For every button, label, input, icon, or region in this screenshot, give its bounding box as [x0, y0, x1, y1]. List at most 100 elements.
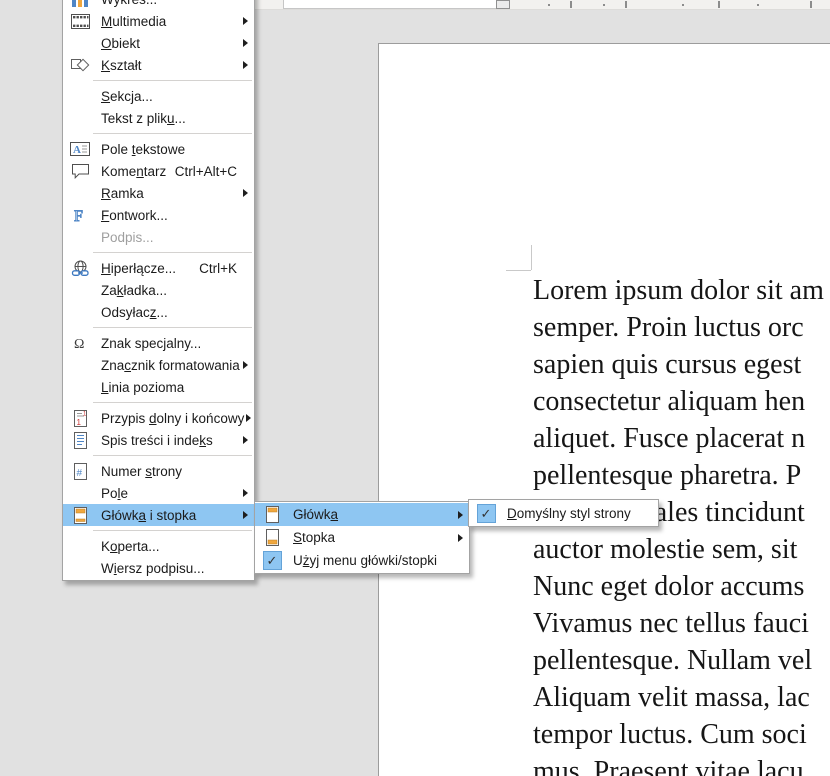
menu-item-icon-empty [69, 226, 91, 248]
document-text-line: aliquet. Fusce placerat n [533, 420, 824, 457]
menu-shortcut: Ctrl+K [199, 261, 237, 276]
menu-item-odsylacz[interactable]: Odsyłacz... [63, 301, 254, 323]
menu-item-label: Główka [293, 507, 456, 522]
menu-separator [93, 133, 252, 134]
menu-arrow-spacer [241, 107, 254, 129]
menu-item-label: Wiersz podpisu... [101, 561, 241, 576]
menu-item-label: Numer strony [101, 464, 241, 479]
menu-item-znak-specjalny[interactable]: ΩZnak specjalny... [63, 332, 254, 354]
omega-icon: Ω [69, 332, 91, 354]
menu-item-pole[interactable]: Pole [63, 482, 254, 504]
hyperlink-icon [69, 257, 91, 279]
menu-separator [93, 530, 252, 531]
svg-text:Ω: Ω [74, 337, 84, 351]
menu-item-label: Linia pozioma [101, 380, 241, 395]
ruler-page-area [283, 0, 503, 9]
menu-item-linia-pozioma[interactable]: Linia pozioma [63, 376, 254, 398]
menu-item-label: Podpis... [101, 230, 241, 245]
svg-text:1: 1 [76, 418, 81, 427]
submenu-arrow-icon [241, 354, 254, 376]
document-text-line: Aliquam velit massa, lac [533, 679, 824, 716]
document-text-line: auctor molestie sem, sit [533, 531, 824, 568]
menu-arrow-spacer [241, 138, 254, 160]
menu-item-ramka[interactable]: Ramka [63, 182, 254, 204]
menu-item-icon-empty [69, 32, 91, 54]
menu-arrow-spacer [241, 301, 254, 323]
document-text-line: Lorem ipsum dolor sit am [533, 272, 824, 309]
menu-item-komentarz[interactable]: KomentarzCtrl+Alt+C [63, 160, 254, 182]
menu-item-label: Stopka [293, 530, 456, 545]
menu-item-glowka[interactable]: Główka [255, 503, 469, 526]
menu-item-label: Multimedia [101, 14, 241, 29]
menu-shortcut: Ctrl+Alt+C [175, 164, 237, 179]
menu-arrow-spacer [241, 85, 254, 107]
menu-item-obiekt[interactable]: Obiekt [63, 32, 254, 54]
textbox-icon: A [69, 138, 91, 160]
menu-arrow-spacer [456, 550, 469, 572]
ruler-margin-marker[interactable] [496, 0, 510, 9]
header-icon [261, 504, 283, 526]
menu-item-zakladka[interactable]: Zakładka... [63, 279, 254, 301]
menu-item-icon-empty [69, 535, 91, 557]
menu-item-label: Wykres... [101, 0, 241, 7]
menu-item-wykres[interactable]: Wykres... [63, 0, 254, 10]
footer-icon [261, 527, 283, 549]
text-boundary-corner-mark [531, 245, 532, 270]
submenu-arrow-icon [241, 182, 254, 204]
menu-item-hiperlacze[interactable]: Hiperłącze...Ctrl+K [63, 257, 254, 279]
ruler-tick [810, 1, 812, 8]
menu-item-ksztalt[interactable]: Kształt [63, 54, 254, 76]
header-footer-submenu: Główka Stopka ✓Użyj menu główki/stopki [254, 501, 470, 574]
document-text-line: tempor luctus. Cum soci [533, 716, 824, 753]
submenu-arrow-icon [241, 482, 254, 504]
menu-arrow-spacer [241, 257, 254, 279]
comment-icon [69, 160, 91, 182]
menu-arrow-spacer [241, 0, 254, 10]
menu-item-label: Obiekt [101, 36, 241, 51]
text-boundary-corner-mark [506, 270, 531, 271]
menu-item-domyslny-styl-strony[interactable]: ✓ Domyślny styl strony [469, 501, 658, 525]
menu-item-multimedia[interactable]: Multimedia [63, 10, 254, 32]
document-text-line: Nunc eget dolor accums [533, 568, 824, 605]
menu-item-wiersz-podpisu[interactable]: Wiersz podpisu... [63, 557, 254, 579]
menu-item-znacznik-formatowania[interactable]: Znacznik formatowania [63, 354, 254, 376]
checkmark-icon: ✓ [263, 551, 282, 570]
menu-item-sekcja[interactable]: Sekcja... [63, 85, 254, 107]
submenu-arrow-icon [241, 54, 254, 76]
svg-text:F: F [74, 208, 83, 224]
menu-item-glowka-i-stopka[interactable]: Główka i stopka [63, 504, 254, 526]
menu-item-label: Domyślny styl strony [507, 506, 645, 521]
footnote-icon: 11 [69, 407, 91, 429]
menu-item-check-area: ✓ [261, 550, 283, 572]
menu-item-icon-empty [69, 85, 91, 107]
shapes-icon [69, 54, 91, 76]
menu-item-label: Zakładka... [101, 283, 241, 298]
submenu-arrow-icon [244, 407, 257, 429]
menu-arrow-spacer [241, 204, 254, 226]
menu-arrow-spacer [241, 460, 254, 482]
checkmark-icon: ✓ [477, 504, 496, 523]
ruler-tick [718, 1, 720, 8]
menu-arrow-spacer [241, 535, 254, 557]
ruler-tick [625, 1, 627, 8]
menu-item-label: Tekst z pliku... [101, 111, 241, 126]
menu-item-stopka[interactable]: Stopka [255, 526, 469, 549]
menu-item-przypis-dolny-i-koncowy[interactable]: 11Przypis dolny i końcowy [63, 407, 254, 429]
menu-item-pole-tekstowe[interactable]: APole tekstowe [63, 138, 254, 160]
menu-item-label: Fontwork... [101, 208, 241, 223]
submenu-arrow-icon [456, 527, 469, 549]
menu-item-fontwork[interactable]: F Fontwork... [63, 204, 254, 226]
menu-item-tekst-z-pliku[interactable]: Tekst z pliku... [63, 107, 254, 129]
horizontal-ruler[interactable] [255, 0, 830, 10]
document-text-line: Vivamus nec tellus fauci [533, 605, 824, 642]
menu-item-uzyj-menu-glowki-stopki[interactable]: ✓Użyj menu główki/stopki [255, 549, 469, 572]
menu-arrow-spacer [241, 226, 254, 248]
menu-item-check-area: ✓ [475, 502, 497, 524]
menu-item-icon-empty [69, 107, 91, 129]
menu-item-label: Koperta... [101, 539, 241, 554]
pagenum-icon: # [69, 460, 91, 482]
menu-item-koperta[interactable]: Koperta... [63, 535, 254, 557]
ruler-tick [548, 4, 550, 6]
menu-item-spis-tresci-i-indeks[interactable]: Spis treści i indeks [63, 429, 254, 451]
menu-item-numer-strony[interactable]: # Numer strony [63, 460, 254, 482]
